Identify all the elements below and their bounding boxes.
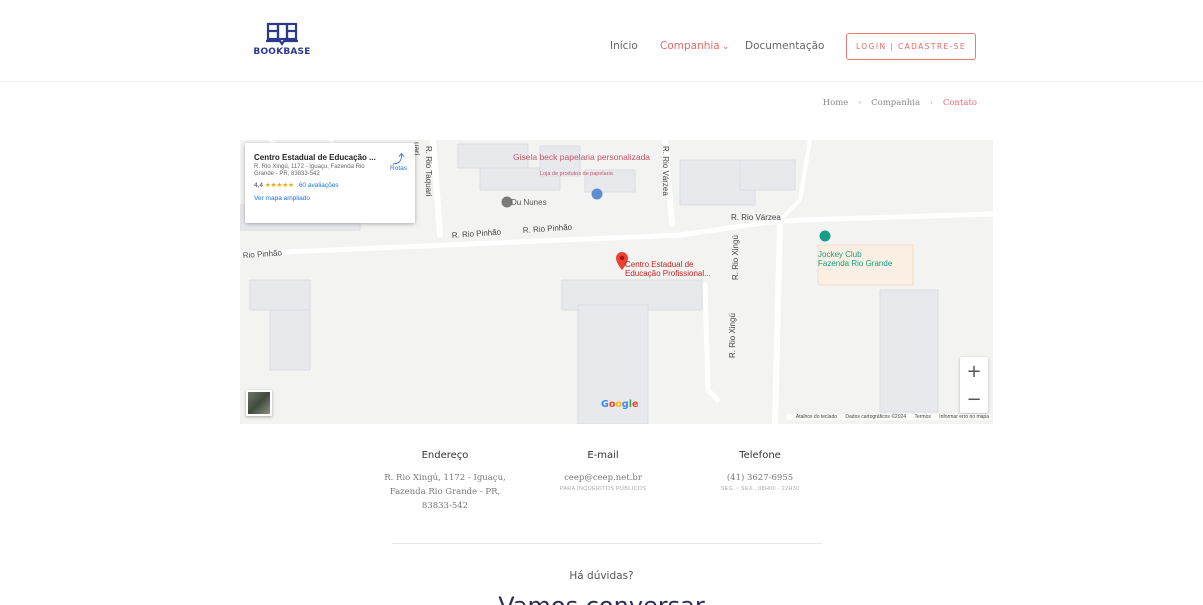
directions-label: Rotas bbox=[390, 165, 407, 172]
star-rating-icon: ★★★★★ bbox=[264, 182, 294, 189]
map-label-rio-xingu-1: R. Rio Xingú bbox=[731, 235, 740, 280]
zoom-in-button[interactable]: + bbox=[960, 357, 988, 385]
rating-value: 4,4 bbox=[254, 182, 264, 189]
phone-sub: SEG. - SEX., 08H00 - 22H30 bbox=[720, 486, 800, 492]
larger-map-link[interactable]: Ver mapa ampliado bbox=[254, 195, 409, 202]
contact-email: E-mail ceep@ceep.net.br PARA INQUÉRITOS … bbox=[548, 450, 658, 492]
map-label-rio-taquari: R. Rio Taquari bbox=[424, 146, 433, 197]
section-divider bbox=[392, 543, 822, 544]
place-rating: 4,4 ★★★★★ 60 avaliações bbox=[254, 181, 409, 189]
place-info-card: Centro Estadual de Educação ... R. Rio X… bbox=[245, 143, 415, 223]
place-name: Centro Estadual de Educação ... bbox=[254, 153, 376, 162]
login-signup-button[interactable]: LOGIN | CADASTRE-SE bbox=[846, 33, 976, 60]
breadcrumb: Home › Companhia › Contato bbox=[823, 98, 977, 108]
google-logo: Google bbox=[601, 399, 639, 410]
cta-heading: Vamos conversar bbox=[0, 592, 1203, 605]
email-value[interactable]: ceep@ceep.net.br bbox=[548, 471, 658, 485]
map-label-du-nunes: Du Nunes bbox=[511, 198, 547, 207]
map-label-rio-pinhao-2: R. Rio Pinhão bbox=[523, 223, 573, 235]
place-address: R. Rio Xingú, 1172 - Iguaçu, Fazenda Rio… bbox=[254, 164, 365, 177]
map-label-centro-2: Educação Profissional... bbox=[625, 269, 711, 278]
map-label-jockey-1: Jockey Club bbox=[818, 250, 862, 259]
chevron-right-icon: › bbox=[929, 98, 934, 108]
phone-title: Telefone bbox=[739, 450, 781, 461]
map-label-gisela-sub: Loja de produtos de papelaria bbox=[540, 171, 614, 177]
map-label-rio-pinhao-1: R. Rio Pinhão bbox=[452, 228, 502, 240]
nav-companhia-label: Companhia bbox=[660, 40, 720, 52]
site-header: BOOKBASE Início Companhia ⌄ Documentação … bbox=[0, 0, 1203, 82]
chevron-right-icon: › bbox=[858, 98, 862, 108]
keyboard-shortcuts-link[interactable]: Atalhos do teclado bbox=[796, 414, 837, 420]
email-sub: PARA INQUÉRITOS PÚBLICOS bbox=[559, 486, 647, 492]
email-title: E-mail bbox=[587, 450, 619, 461]
chevron-down-icon: ⌄ bbox=[721, 42, 730, 52]
directions-button[interactable]: ⤴ Rotas bbox=[390, 153, 407, 172]
map-label-rio-varzea-v: R. Rio Várzea bbox=[661, 146, 670, 196]
address-line-2: Fazenda Rio Grande - PR, bbox=[389, 487, 501, 497]
map-data-text: Dados cartográficos ©2024 bbox=[845, 414, 907, 420]
address-title: Endereço bbox=[421, 450, 469, 461]
reviews-link[interactable]: 60 avaliações bbox=[299, 182, 339, 189]
breadcrumb-home[interactable]: Home bbox=[823, 98, 849, 108]
map-label-centro-1: Centro Estadual de bbox=[625, 260, 694, 269]
nav-companhia[interactable]: Companhia ⌄ bbox=[660, 40, 729, 52]
map-label-rio-varzea-h: R. Rio Várzea bbox=[731, 213, 781, 222]
main-nav: Início Companhia ⌄ Documentação bbox=[0, 40, 1203, 56]
map-label-jockey-2: Fazenda Rio Grande bbox=[818, 259, 893, 268]
contact-phone: Telefone (41) 3627-6955 SEG. - SEX., 08H… bbox=[705, 450, 815, 492]
zoom-out-button[interactable]: − bbox=[960, 385, 988, 413]
map-label-rio-xingu-2: R. Rio Xingú bbox=[728, 313, 737, 358]
address-line-3: 83833-542 bbox=[421, 501, 469, 511]
directions-icon: ⤴ bbox=[392, 152, 405, 166]
breadcrumb-current: Contato bbox=[942, 98, 977, 108]
terms-link[interactable]: Termos bbox=[914, 414, 930, 420]
cta-question: Há dúvidas? bbox=[569, 570, 634, 582]
map-label-rio-pinhao-3: Rio Pinhão bbox=[243, 248, 283, 260]
report-error-link[interactable]: Informar erro no mapa bbox=[939, 414, 989, 420]
contact-address: Endereço R. Rio Xingú, 1172 - Iguaçu, Fa… bbox=[384, 450, 506, 513]
nav-documentacao[interactable]: Documentação bbox=[745, 40, 824, 52]
embedded-map[interactable]: Gisela beck papelaria personalizada Loja… bbox=[240, 140, 993, 424]
address-line-1: R. Rio Xingú, 1172 - Iguaçu, bbox=[384, 473, 506, 483]
phone-value[interactable]: (41) 3627-6955 bbox=[705, 471, 815, 485]
address-text: R. Rio Xingú, 1172 - Iguaçu, Fazenda Rio… bbox=[384, 471, 506, 513]
zoom-controls: + − bbox=[960, 357, 988, 413]
satellite-toggle[interactable] bbox=[246, 390, 272, 416]
map-footer: Atalhos do teclado Dados cartográficos ©… bbox=[786, 414, 991, 420]
nav-inicio[interactable]: Início bbox=[610, 40, 638, 52]
map-label-gisela: Gisela beck papelaria personalizada bbox=[513, 152, 650, 162]
breadcrumb-companhia[interactable]: Companhia bbox=[871, 98, 920, 108]
